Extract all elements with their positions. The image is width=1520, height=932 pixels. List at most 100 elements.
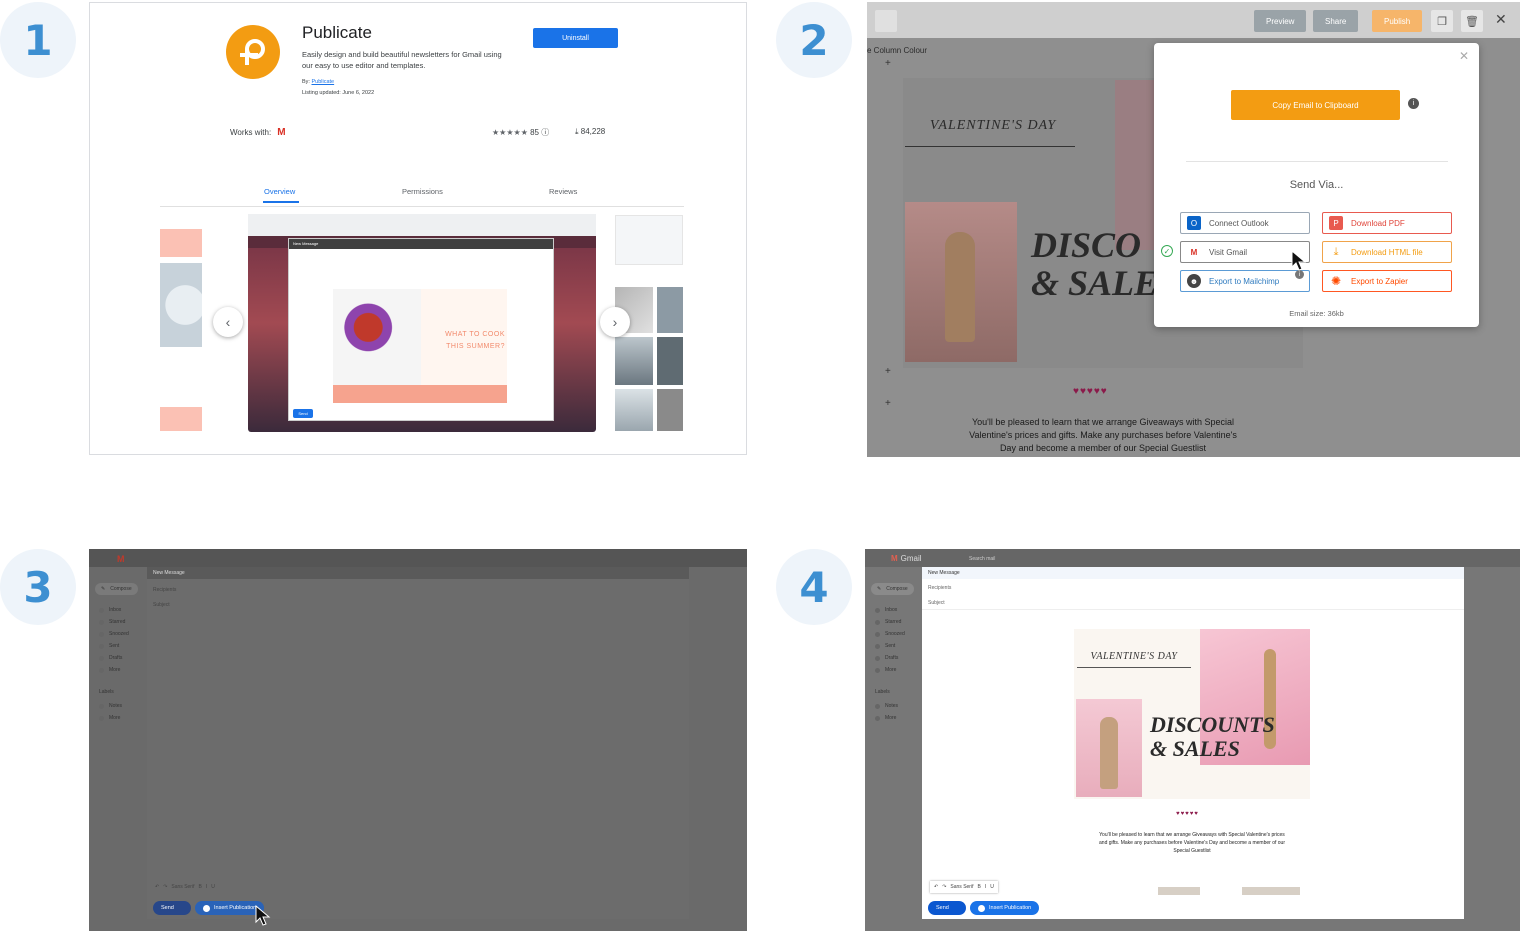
sidebar-item-sent[interactable]: Sent — [875, 643, 895, 649]
hearts-decoration: ♥♥♥♥♥ — [1176, 811, 1199, 817]
redo-icon[interactable]: ↷ — [163, 884, 167, 890]
add-row-icon-3[interactable]: + — [885, 398, 891, 409]
compose-button[interactable]: ✎ Compose — [871, 583, 914, 595]
underline-icon[interactable]: U — [211, 884, 215, 890]
tab-overview[interactable]: Overview — [264, 187, 295, 196]
zapier-icon: ✺ — [1329, 274, 1343, 288]
subject-field[interactable]: Subject — [928, 600, 945, 606]
tab-permissions[interactable]: Permissions — [402, 187, 443, 196]
thumbnail-right-3 — [615, 337, 653, 385]
trash-icon[interactable]: 🗑 — [1461, 10, 1483, 32]
preview-button[interactable]: Preview — [1254, 10, 1307, 32]
thumbnail-right-top — [615, 215, 683, 265]
browser-chrome — [248, 214, 596, 236]
sidebar-item-drafts[interactable]: Drafts — [99, 655, 122, 661]
preview-compose-window: New Message WHAT TO COOK THIS SUMMER? Se… — [288, 238, 554, 421]
underline-icon[interactable]: U — [990, 884, 994, 890]
column-colour-label: e Column Colour — [867, 46, 928, 55]
gmail-brand: M Gmail — [891, 554, 922, 563]
sidebar-item-snoozed[interactable]: Snoozed — [875, 631, 905, 637]
sidebar-item-snoozed[interactable]: Snoozed — [99, 631, 129, 637]
download-html-button[interactable]: ⤓ Download HTML file — [1322, 241, 1452, 263]
formatting-toolbar[interactable]: ↶ ↷ Sans Serif B I U — [155, 881, 215, 893]
formatting-toolbar[interactable]: ↶ ↷ Sans Serif B I U — [930, 881, 998, 893]
gmail-logo-icon: M — [891, 554, 898, 563]
discount-headline: DISCO & SALE — [1031, 225, 1159, 303]
woman-photo — [1076, 699, 1142, 797]
label-more[interactable]: More — [875, 715, 896, 721]
sidebar-item-sent[interactable]: Sent — [99, 643, 119, 649]
download-pdf-button[interactable]: P Download PDF — [1322, 212, 1452, 234]
sidebar-item-starred[interactable]: Starred — [875, 619, 901, 625]
sidebar-item-starred[interactable]: Starred — [99, 619, 125, 625]
rating[interactable]: ★★★★★ 85 ⓘ — [492, 127, 549, 138]
works-with: Works with: M — [230, 127, 286, 138]
image-icon[interactable] — [875, 10, 897, 32]
discount-headline: DISCOUNTS & SALES — [1150, 712, 1275, 761]
export-zapier-button[interactable]: ✺ Export to Zapier — [1322, 270, 1452, 292]
preview-newsletter: WHAT TO COOK THIS SUMMER? — [333, 289, 507, 403]
info-icon: ⓘ — [541, 128, 550, 137]
copy-icon[interactable]: ❐ — [1431, 10, 1453, 32]
app-title: Publicate — [302, 23, 372, 42]
carousel-next-button[interactable]: › — [600, 307, 630, 337]
copy-to-clipboard-button[interactable]: Copy Email to Clipboard — [1231, 90, 1400, 120]
redo-icon[interactable]: ↷ — [942, 884, 946, 890]
send-button[interactable]: Send — [928, 901, 966, 915]
share-button[interactable]: Share — [1313, 10, 1359, 32]
recipients-field[interactable]: Recipients — [153, 587, 176, 593]
gmail-compose-dark: M ✎ Compose Inbox Starred Snoozed Sent Dr… — [89, 549, 747, 931]
sidebar-item-drafts[interactable]: Drafts — [875, 655, 898, 661]
outlook-icon: O — [1187, 216, 1201, 230]
undo-icon[interactable]: ↶ — [934, 884, 938, 890]
insert-publication-button[interactable]: Insert Publication — [195, 901, 265, 915]
sidebar-item-inbox[interactable]: Inbox — [99, 607, 121, 613]
step-badge-1: 1 — [0, 2, 76, 78]
sidebar-item-inbox[interactable]: Inbox — [875, 607, 897, 613]
compose-window: New Message Recipients Subject ↶ ↷ Sans Se… — [147, 567, 689, 919]
gmail-logo-icon: M — [117, 554, 125, 564]
publisher-link[interactable]: Publicate — [311, 79, 334, 85]
connect-outlook-button[interactable]: O Connect Outlook — [1180, 212, 1310, 234]
gmail-icon: M — [1187, 245, 1201, 259]
close-modal-icon[interactable]: ✕ — [1459, 49, 1469, 63]
close-editor-icon[interactable]: ✕ — [1495, 11, 1507, 28]
info-icon[interactable]: i — [1408, 98, 1419, 109]
undo-icon[interactable]: ↶ — [155, 884, 159, 890]
download-icon: ⤓ — [575, 127, 579, 136]
thumbnail-right-2 — [657, 287, 683, 333]
download-count: ⤓ 84,228 — [575, 127, 606, 136]
newsletter-footer-image — [1158, 887, 1200, 895]
subject-field[interactable]: Subject — [153, 602, 170, 608]
preview-send-button: Send — [293, 409, 313, 418]
mouse-cursor-icon — [255, 905, 271, 926]
add-row-icon[interactable]: + — [885, 58, 891, 69]
italic-icon[interactable]: I — [206, 884, 207, 890]
uninstall-button[interactable]: Uninstall — [533, 28, 618, 48]
thumbnail-left-food — [160, 263, 202, 347]
label-notes[interactable]: Notes — [99, 703, 122, 709]
export-mailchimp-button[interactable]: ☻ Export to Mailchimp — [1180, 270, 1310, 292]
bold-icon[interactable]: B — [977, 884, 980, 890]
search-input[interactable]: Search mail — [969, 556, 995, 562]
modal-divider — [1186, 161, 1448, 162]
email-size: Email size: 36kb — [1289, 309, 1344, 318]
carousel-prev-button[interactable]: ‹ — [213, 307, 243, 337]
label-more[interactable]: More — [99, 715, 120, 721]
publish-button[interactable]: Publish — [1372, 10, 1423, 32]
gmail-icon: M — [277, 127, 286, 138]
chrome-webstore-listing: Publicate Easily design and build beauti… — [89, 2, 747, 455]
sidebar-item-more[interactable]: More — [99, 667, 120, 673]
sidebar-item-more[interactable]: More — [875, 667, 896, 673]
publicate-icon — [203, 904, 210, 912]
add-row-icon-2[interactable]: + — [885, 366, 891, 377]
publish-modal: ✕ Copy Email to Clipboard i Send Via... … — [1154, 43, 1479, 327]
italic-icon[interactable]: I — [985, 884, 986, 890]
compose-button[interactable]: ✎ Compose — [95, 583, 138, 595]
insert-publication-button[interactable]: Insert Publication — [970, 901, 1040, 915]
bold-icon[interactable]: B — [198, 884, 201, 890]
recipients-field[interactable]: Recipients — [928, 585, 951, 591]
label-notes[interactable]: Notes — [875, 703, 898, 709]
send-button[interactable]: Send — [153, 901, 191, 915]
tab-reviews[interactable]: Reviews — [549, 187, 577, 196]
